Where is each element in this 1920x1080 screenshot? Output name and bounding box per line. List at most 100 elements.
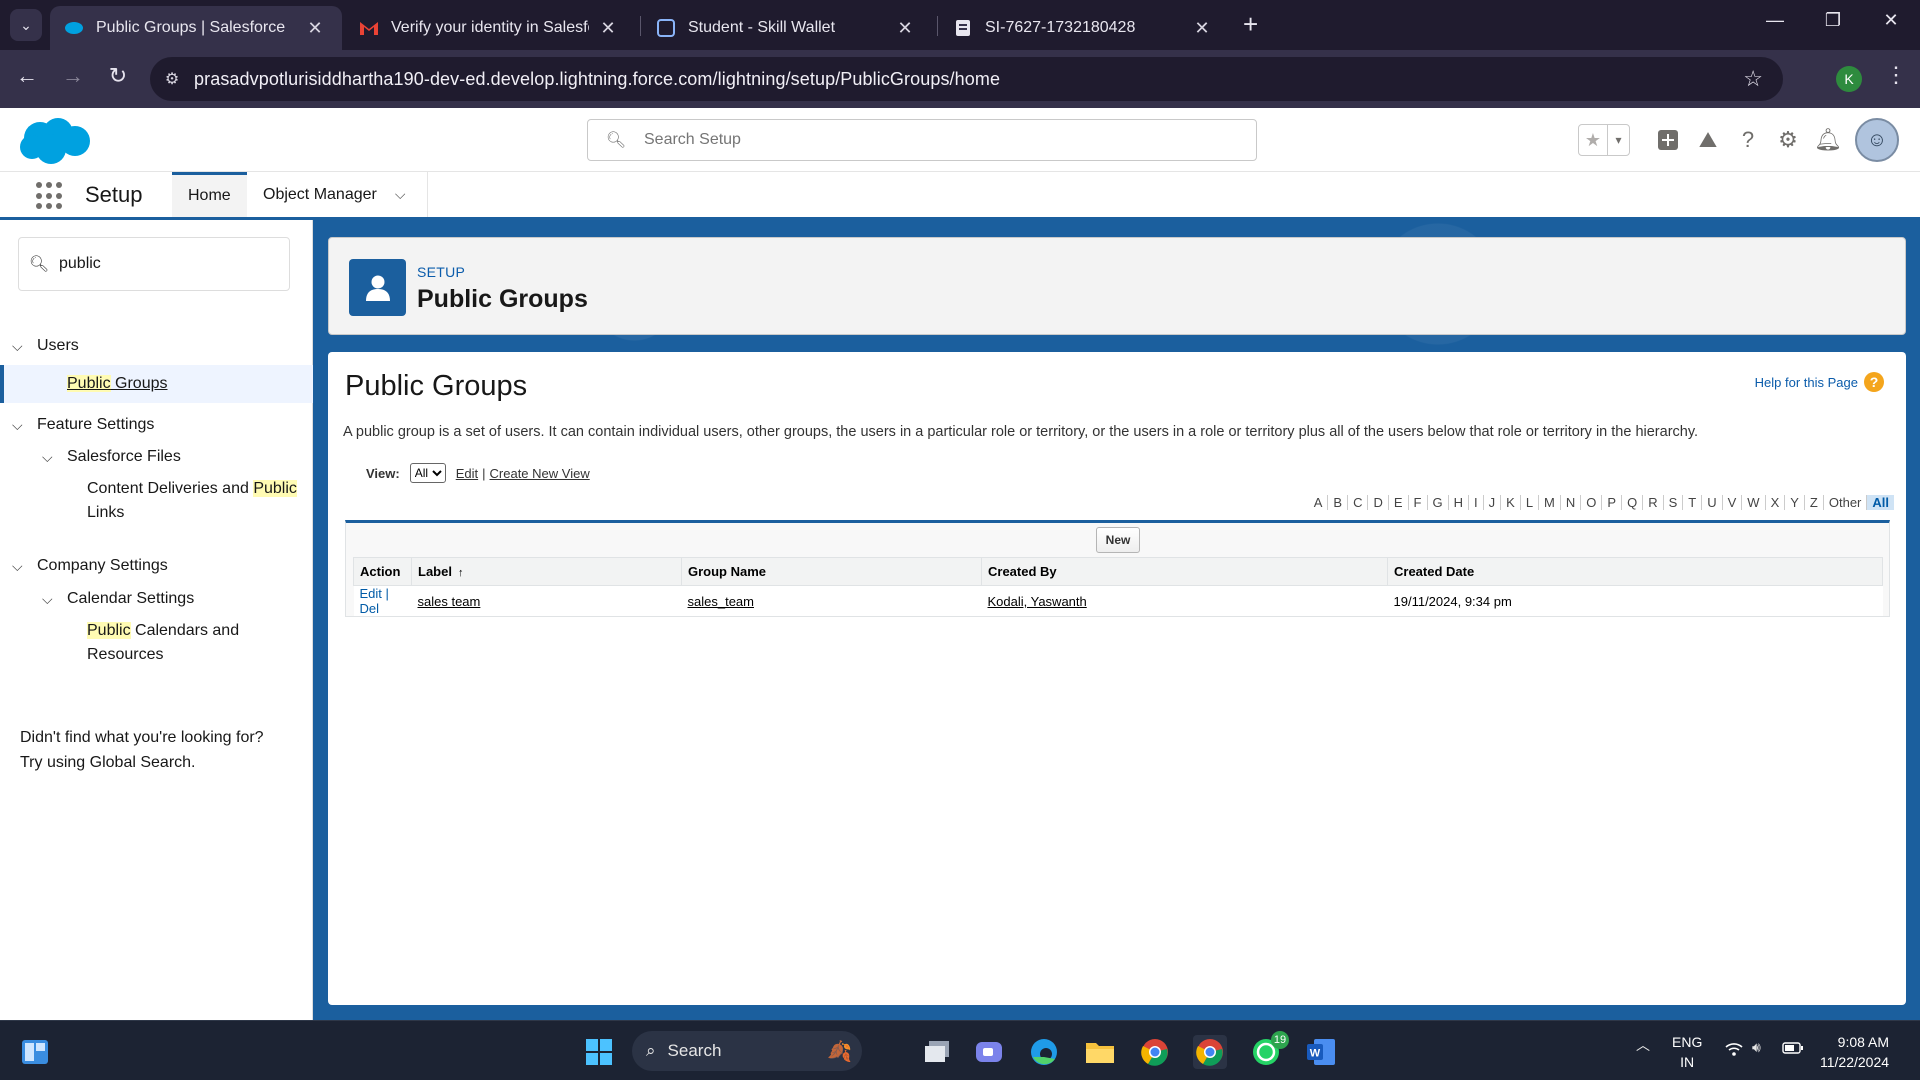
tree-node-company-settings[interactable]: ⌵ Company Settings — [0, 554, 313, 578]
column-header-text[interactable]: Label — [418, 564, 452, 579]
url-text[interactable]: prasadvpotlurisiddhartha190-dev-ed.devel… — [194, 69, 1000, 90]
alpha-filter-letter[interactable]: T — [1682, 495, 1701, 510]
setup-gear-icon[interactable]: ⚙ — [1768, 124, 1808, 156]
sort-ascending-icon[interactable]: ↑ — [458, 567, 464, 579]
tab-search-button[interactable]: ⌄ — [10, 9, 42, 41]
nav-tab-home[interactable]: Home — [172, 172, 247, 217]
alpha-filter-letter[interactable]: J — [1482, 495, 1501, 510]
trailhead-guidance-icon[interactable]: ⛰ — [1688, 124, 1728, 156]
alpha-filter-letter[interactable]: R — [1642, 495, 1662, 510]
tab-skill-wallet[interactable]: Student - Skill Wallet ✕ — [642, 6, 932, 50]
delete-row-link[interactable]: Del — [360, 601, 380, 616]
new-group-button[interactable]: New — [1096, 527, 1140, 553]
tab-si-document[interactable]: SI-7627-1732180428 ✕ — [939, 6, 1229, 50]
help-question-icon[interactable]: ? — [1864, 372, 1884, 392]
user-avatar[interactable]: ☺ — [1855, 118, 1899, 162]
alpha-filter-letter[interactable]: W — [1741, 495, 1764, 510]
chevron-down-icon[interactable]: ⌵ — [395, 186, 406, 203]
wifi-icon[interactable] — [1724, 1041, 1744, 1060]
show-hidden-icons-chevron-icon[interactable]: ︿ — [1636, 1035, 1650, 1055]
forward-arrow-icon[interactable]: → — [58, 63, 88, 89]
edge-browser-icon[interactable] — [1027, 1035, 1061, 1069]
start-windows-icon[interactable] — [582, 1035, 616, 1069]
bookmark-star-icon[interactable]: ☆ — [1743, 66, 1763, 92]
help-link-label[interactable]: Help for this Page — [1755, 375, 1858, 390]
tree-node-calendar-settings[interactable]: ⌵ Calendar Settings — [0, 587, 313, 611]
tree-item-public-groups[interactable]: Public Groups — [0, 365, 313, 403]
alpha-filter-letter[interactable]: D — [1367, 495, 1387, 510]
back-arrow-icon[interactable]: ← — [12, 63, 42, 89]
alpha-filter-letter[interactable]: A — [1309, 495, 1328, 510]
help-question-icon[interactable]: ? — [1728, 124, 1768, 156]
tab-verify-identity[interactable]: Verify your identity in Salesforce ✕ — [345, 6, 635, 50]
reload-icon[interactable]: ↻ — [103, 63, 133, 89]
alpha-filter-letter[interactable]: E — [1387, 495, 1408, 510]
alpha-filter-letter[interactable]: Z — [1803, 495, 1823, 510]
column-header-group-name[interactable]: Group Name — [681, 557, 982, 586]
volume-icon[interactable]: 🔊︎ — [1752, 1039, 1761, 1056]
view-select[interactable]: All — [409, 463, 446, 483]
site-info-icon[interactable]: ⚙ — [150, 69, 194, 89]
close-tab-icon[interactable]: ✕ — [1191, 18, 1213, 39]
app-launcher-icon[interactable] — [36, 182, 64, 210]
edit-row-link[interactable]: Edit — [360, 586, 382, 601]
chevron-down-icon[interactable]: ⌵ — [12, 334, 23, 358]
battery-icon[interactable] — [1782, 1041, 1804, 1058]
quick-find-box[interactable]: 🔍︎ — [18, 237, 290, 291]
close-tab-icon[interactable]: ✕ — [894, 18, 916, 39]
quick-find-input[interactable] — [59, 255, 279, 273]
address-bar[interactable]: ⚙ prasadvpotlurisiddhartha190-dev-ed.dev… — [150, 57, 1783, 101]
alpha-filter-letter[interactable]: X — [1764, 495, 1785, 510]
notifications-bell-icon[interactable]: 🔔︎ — [1808, 124, 1848, 156]
alpha-filter-letter[interactable]: Q — [1621, 495, 1642, 510]
alpha-filter-letter[interactable]: S — [1662, 495, 1683, 510]
chevron-down-icon[interactable]: ⌵ — [12, 554, 23, 578]
whatsapp-icon[interactable]: 19 — [1249, 1031, 1289, 1069]
favorites-dropdown-icon[interactable]: ▾ — [1607, 125, 1629, 155]
favorites-control[interactable]: ★ ▾ — [1578, 124, 1630, 156]
created-by-link[interactable]: Kodali, Yaswanth — [988, 594, 1087, 609]
alpha-filter-letter[interactable]: V — [1721, 495, 1742, 510]
teams-chat-icon[interactable] — [972, 1035, 1006, 1069]
salesforce-logo[interactable] — [18, 116, 92, 171]
alpha-filter-letter[interactable]: C — [1347, 495, 1367, 510]
alpha-filter-all[interactable]: All — [1866, 495, 1894, 510]
chevron-down-icon[interactable]: ⌵ — [42, 587, 53, 611]
file-explorer-icon[interactable] — [1083, 1035, 1117, 1069]
word-icon[interactable]: W — [1304, 1035, 1338, 1069]
minimize-icon[interactable]: — — [1755, 10, 1795, 31]
alpha-filter-letter[interactable]: N — [1559, 495, 1580, 510]
tab-public-groups[interactable]: Public Groups | Salesforce ✕ — [50, 6, 342, 50]
close-tab-icon[interactable]: ✕ — [304, 18, 326, 39]
browser-profile-avatar[interactable]: K — [1836, 66, 1862, 92]
alpha-filter-letter[interactable]: U — [1701, 495, 1721, 510]
input-language-indicator[interactable]: ENG IN — [1672, 1032, 1702, 1072]
task-view-icon[interactable] — [920, 1035, 954, 1069]
global-actions-plus-icon[interactable] — [1648, 124, 1688, 156]
column-header-created-by[interactable]: Created By — [981, 557, 1388, 586]
alpha-filter-letter[interactable]: L — [1519, 495, 1538, 510]
taskbar-search[interactable]: ⌕ Search 🍂 — [632, 1031, 862, 1071]
alpha-filter-letter[interactable]: B — [1327, 495, 1347, 510]
alpha-filter-letter[interactable]: P — [1601, 495, 1621, 510]
column-header-label[interactable]: Label ↑ — [411, 557, 682, 586]
setup-search-input[interactable] — [644, 131, 1224, 149]
help-for-page-link[interactable]: Help for this Page ? — [1755, 372, 1884, 392]
chevron-down-icon[interactable]: ⌵ — [42, 445, 53, 469]
new-tab-button[interactable]: + — [1243, 8, 1258, 40]
group-name-link[interactable]: sales_team — [688, 594, 754, 609]
create-new-view-link[interactable]: Create New View — [490, 466, 590, 481]
alpha-filter-letter[interactable]: I — [1468, 495, 1483, 510]
chrome-profile-icon[interactable] — [1193, 1035, 1227, 1069]
edit-view-link[interactable]: Edit — [456, 466, 478, 481]
alpha-filter-letter[interactable]: F — [1407, 495, 1427, 510]
browser-menu-icon[interactable]: ⋮ — [1885, 62, 1907, 88]
chevron-down-icon[interactable]: ⌵ — [12, 413, 23, 437]
system-clock[interactable]: 9:08 AM 11/22/2024 — [1820, 1032, 1889, 1072]
tree-link[interactable]: Public Calendars and Resources — [87, 619, 307, 667]
tree-node-users[interactable]: ⌵ Users — [0, 334, 313, 358]
alpha-filter-letter[interactable]: G — [1426, 495, 1448, 510]
group-label-link[interactable]: sales team — [418, 594, 481, 609]
favorites-star-icon[interactable]: ★ — [1579, 125, 1607, 155]
alpha-filter-letter[interactable]: K — [1500, 495, 1520, 510]
